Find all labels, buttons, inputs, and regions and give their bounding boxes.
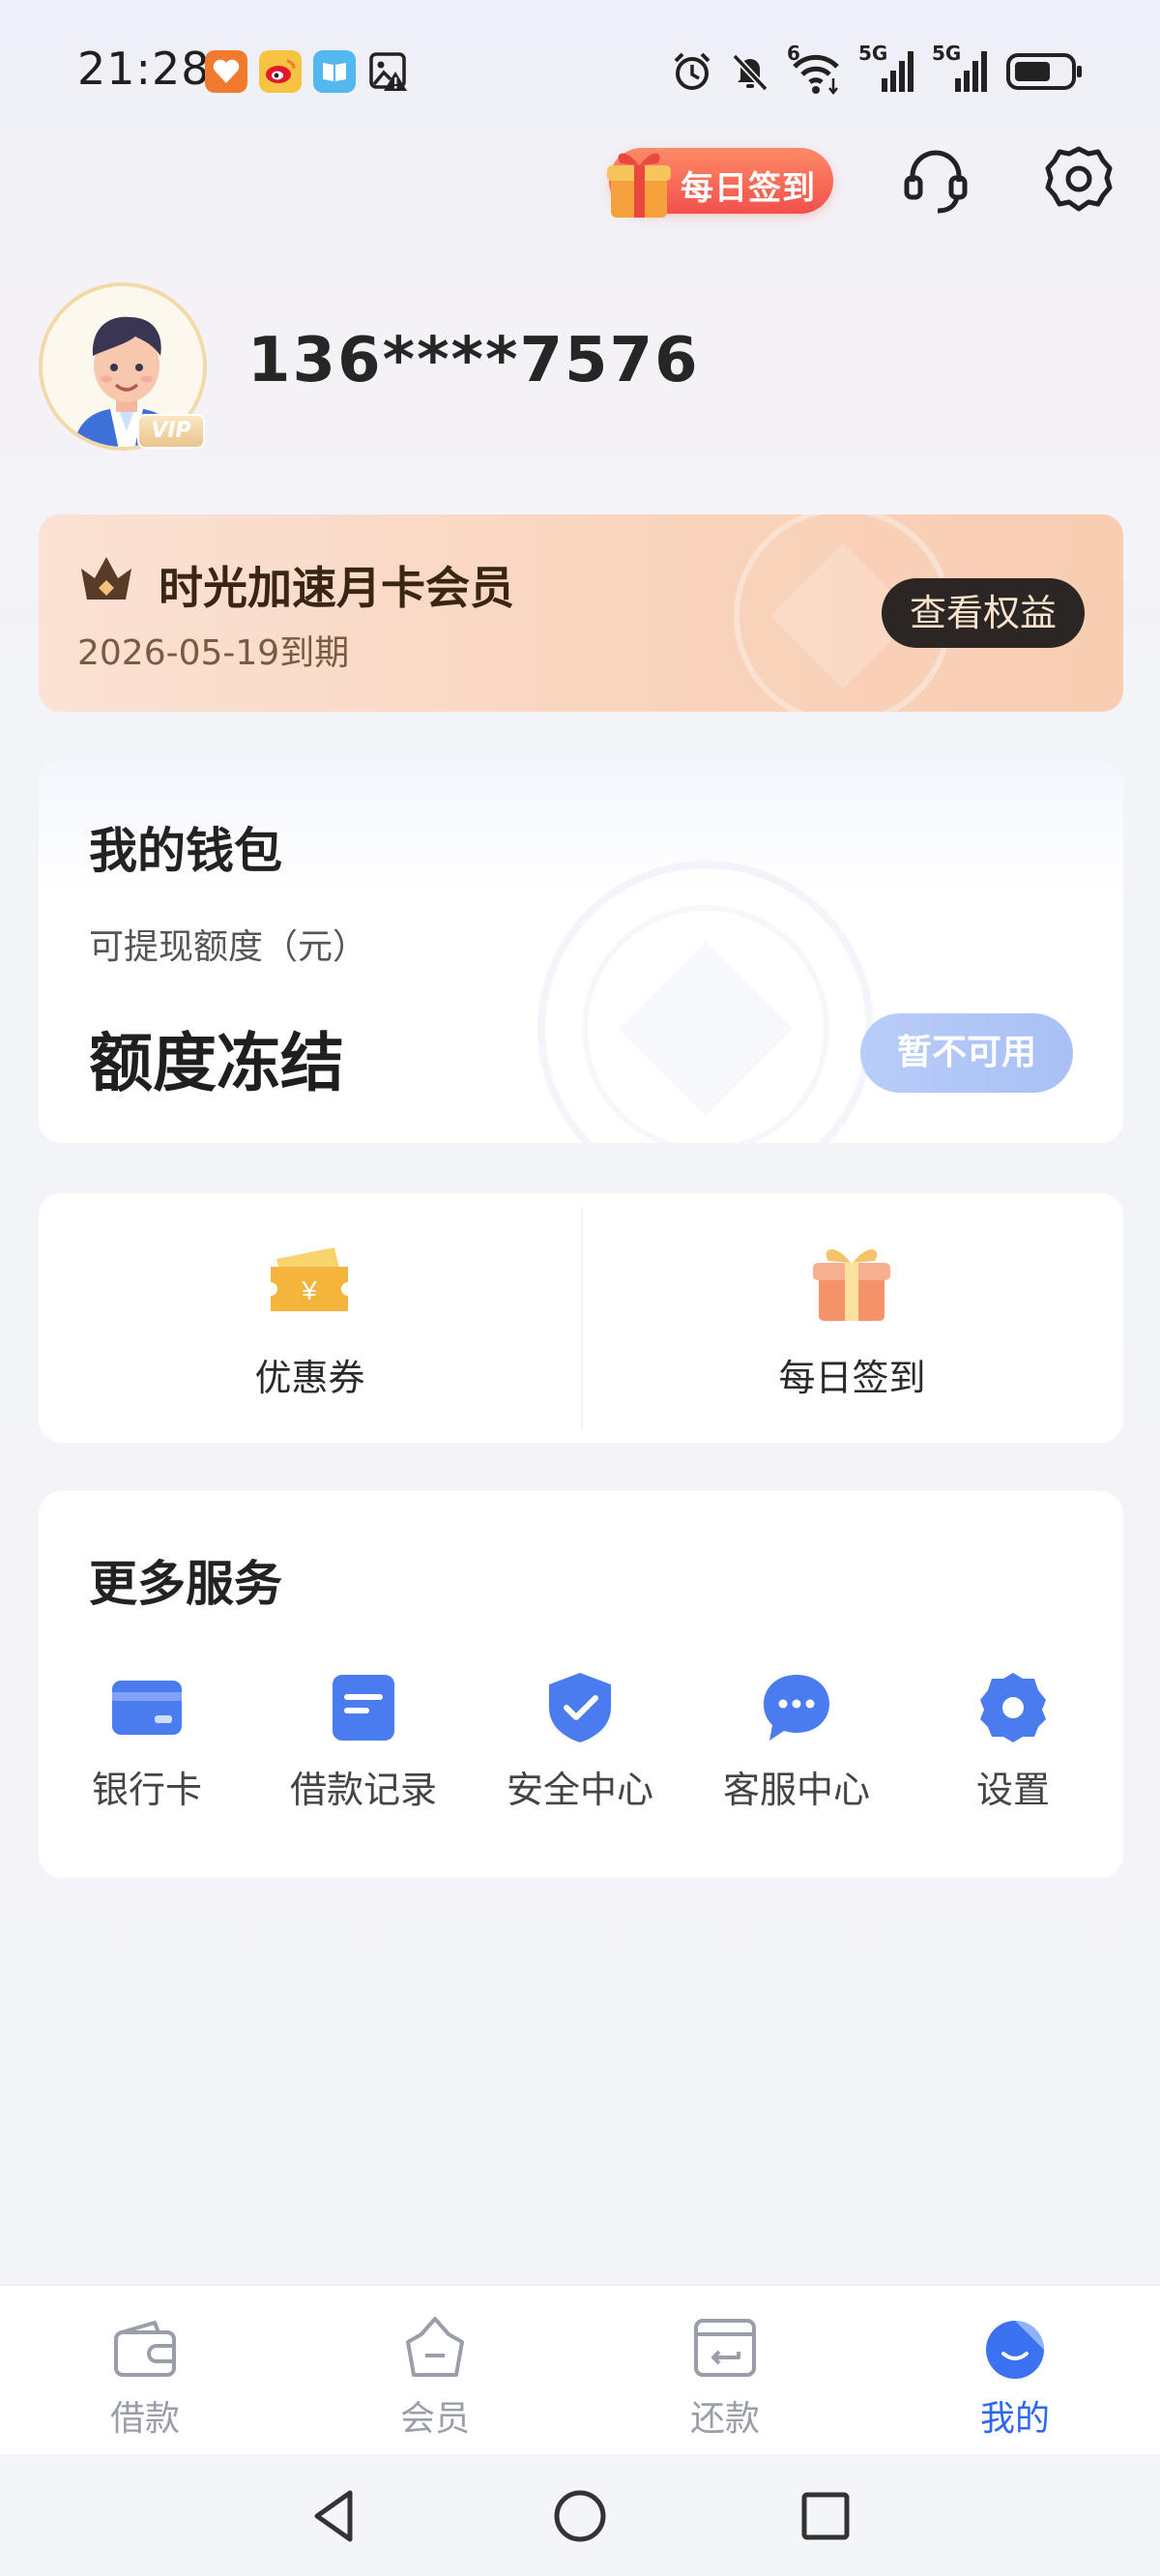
service-bank-card[interactable]: 银行卡 — [39, 1671, 255, 1826]
vip-badge: VIP — [137, 414, 205, 449]
crown-icon — [81, 557, 131, 600]
more-services-card: 更多服务 银行卡 借款记录 安全中心 客服中心 设置 — [39, 1491, 1123, 1878]
bottom-tab-bar: 借款 会员 还款 我的 — [0, 2284, 1160, 2454]
coupon-entry[interactable]: ¥ 优惠券 — [39, 1193, 581, 1443]
tab-label: 还款 — [689, 2399, 760, 2439]
system-nav-bar — [0, 2454, 1160, 2576]
security-shield-icon — [549, 1673, 611, 1742]
repay-icon — [694, 2319, 756, 2377]
daily-checkin-entry-label: 每日签到 — [778, 1357, 926, 1399]
coupon-label: 优惠券 — [254, 1357, 365, 1399]
alarm-icon — [674, 52, 710, 90]
tab-label: 我的 — [979, 2399, 1050, 2439]
gift-icon — [607, 153, 671, 218]
mute-icon — [732, 53, 768, 92]
bank-card-icon — [112, 1681, 182, 1735]
coupon-icon: ¥ — [271, 1247, 348, 1311]
daily-checkin-entry[interactable]: 每日签到 — [581, 1193, 1123, 1443]
service-label: 借款记录 — [289, 1769, 437, 1811]
status-bar: 21:28 6 5G 5G — [0, 0, 1160, 145]
wallet-card: 我的钱包 可提现额度（元） 额度冻结 暂不可用 — [39, 758, 1123, 1143]
wallet-icon — [114, 2320, 176, 2377]
screen: 21:28 6 5G 5G 每日签到 VIP 136****7576 时光加速月… — [0, 0, 1160, 2576]
membership-card[interactable]: 时光加速月卡会员 2026-05-19到期 查看权益 — [39, 514, 1123, 712]
quick-entries-card: ¥ 优惠券 每日签到 — [39, 1193, 1123, 1443]
view-benefits-button[interactable]: 查看权益 — [882, 578, 1085, 648]
battery-icon — [1006, 53, 1082, 90]
signal-5g-icon: 5G — [858, 42, 916, 96]
wifi-badge: 6 — [787, 42, 800, 65]
tab-repay[interactable]: 还款 — [580, 2286, 870, 2456]
svg-text:¥: ¥ — [301, 1275, 317, 1305]
daily-checkin-button[interactable]: 每日签到 — [607, 148, 833, 218]
customer-service-icon[interactable] — [899, 143, 972, 217]
tab-loan[interactable]: 借款 — [0, 2286, 290, 2456]
signal-label-2: 5G — [932, 42, 962, 65]
unavailable-button[interactable]: 暂不可用 — [860, 1013, 1073, 1093]
recents-icon[interactable] — [795, 2485, 856, 2547]
signal-5g-icon: 5G — [932, 42, 990, 96]
reader-icon — [313, 50, 356, 93]
gift-icon — [813, 1249, 890, 1321]
service-label: 安全中心 — [506, 1769, 653, 1811]
service-customer-center[interactable]: 客服中心 — [688, 1671, 905, 1826]
profile-smile-icon — [986, 2321, 1044, 2379]
settings-icon — [980, 1673, 1046, 1742]
wallet-subtitle: 可提现额度（元） — [89, 927, 368, 967]
weibo-icon — [259, 50, 302, 93]
membership-expire: 2026-05-19到期 — [77, 633, 350, 673]
wallet-title: 我的钱包 — [89, 823, 282, 879]
service-label: 银行卡 — [91, 1769, 202, 1811]
settings-gear-icon[interactable] — [1042, 143, 1116, 217]
service-security-center[interactable]: 安全中心 — [472, 1671, 688, 1826]
wallet-decoration — [537, 861, 874, 1143]
loan-record-icon — [333, 1675, 394, 1741]
tab-label: 借款 — [109, 2399, 180, 2439]
health-app-icon — [205, 50, 247, 93]
services-title: 更多服务 — [89, 1556, 282, 1612]
membership-title: 时光加速月卡会员 — [159, 562, 514, 614]
tab-member[interactable]: 会员 — [290, 2286, 580, 2456]
chat-bubble-icon — [764, 1675, 829, 1741]
home-icon[interactable] — [549, 2485, 611, 2547]
service-label: 设置 — [975, 1769, 1050, 1811]
service-label: 客服中心 — [722, 1769, 870, 1811]
tab-label: 会员 — [399, 2399, 470, 2439]
wifi-icon: 6 — [787, 42, 843, 96]
tab-mine[interactable]: 我的 — [870, 2286, 1160, 2456]
service-loan-record[interactable]: 借款记录 — [255, 1671, 472, 1826]
signal-label-1: 5G — [858, 42, 888, 65]
crown-basket-icon — [406, 2317, 464, 2377]
back-icon[interactable] — [304, 2485, 365, 2547]
gallery-warning-icon — [367, 50, 410, 93]
phone-number: 136****7576 — [247, 325, 700, 396]
status-icons: 6 5G 5G — [671, 42, 1085, 99]
daily-checkin-label: 每日签到 — [681, 169, 816, 208]
status-time: 21:28 — [77, 43, 211, 95]
wallet-amount-status: 额度冻结 — [89, 1026, 344, 1100]
service-settings[interactable]: 设置 — [905, 1671, 1121, 1826]
